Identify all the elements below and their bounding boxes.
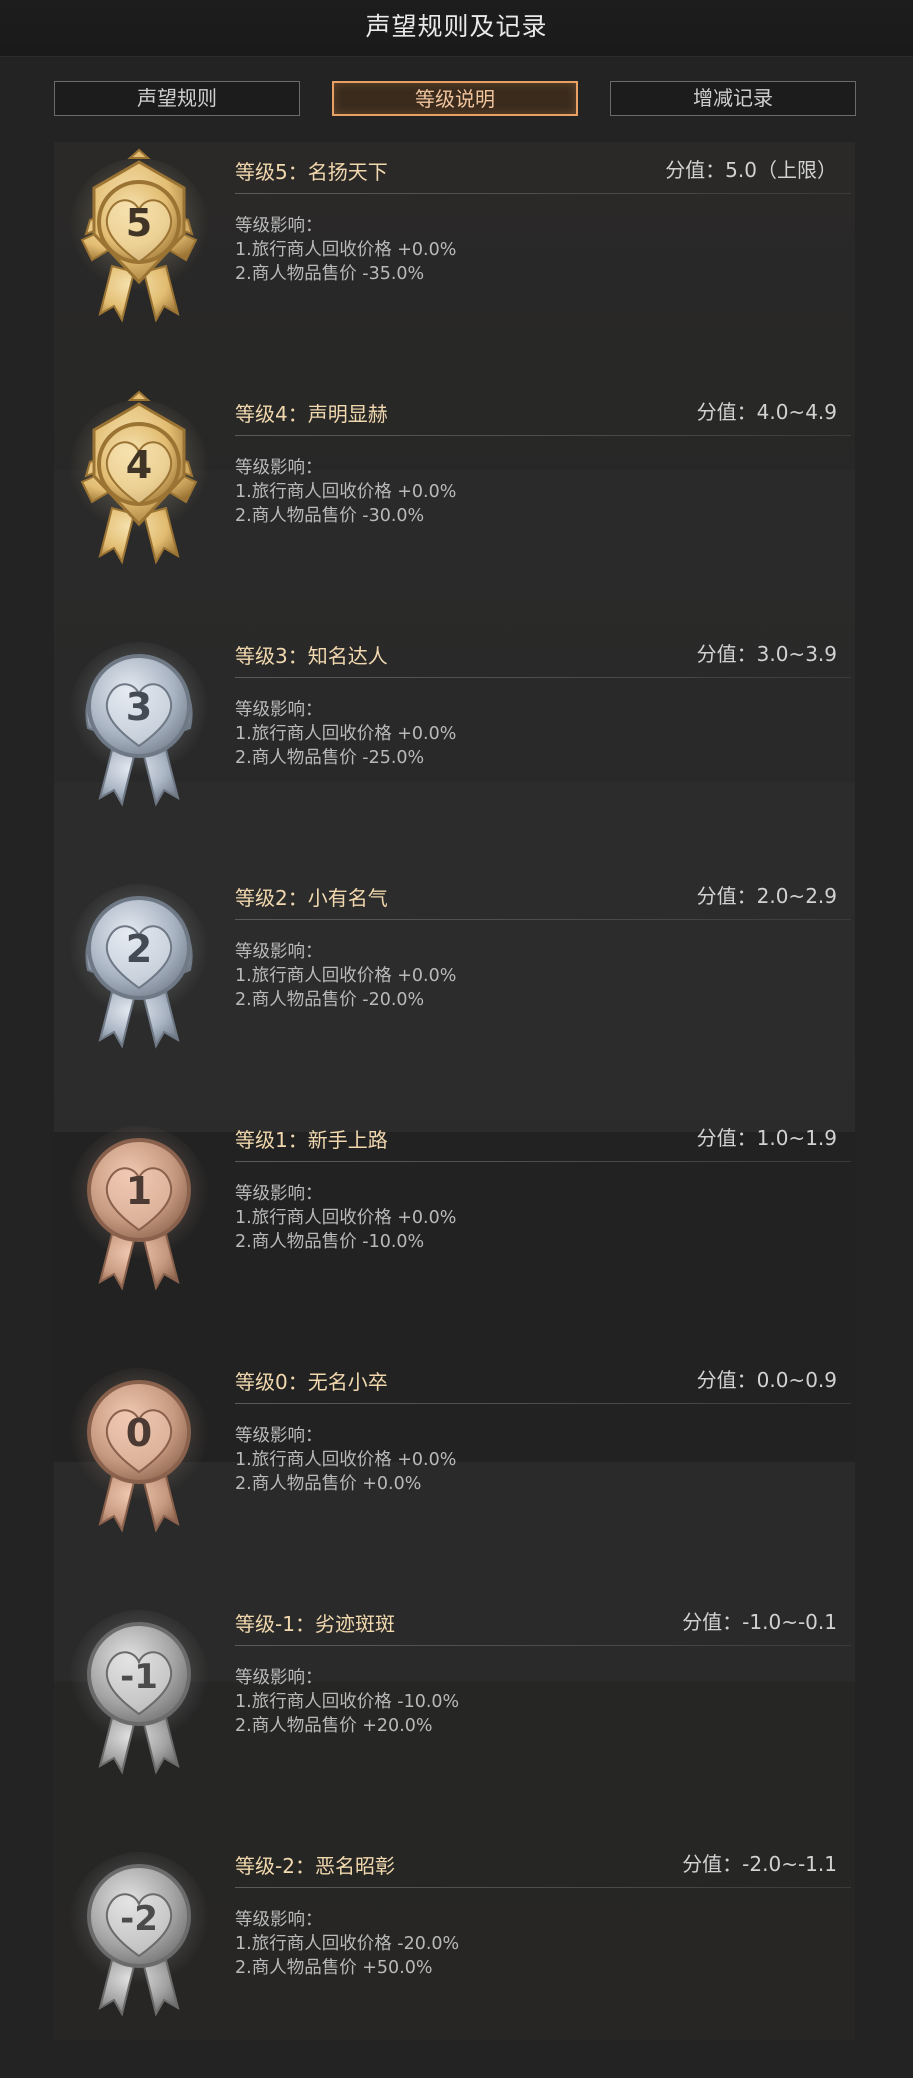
divider (235, 435, 851, 436)
medal-number: 5 (126, 201, 152, 245)
medal-number: 0 (126, 1411, 152, 1455)
level-score: 分值：5.0（上限） (665, 158, 837, 182)
effect-recycle-price: 1.旅行商人回收价格 +0.0% (235, 482, 457, 502)
effect-recycle-price: 1.旅行商人回收价格 +0.0% (235, 1208, 457, 1228)
effects-title: 等级影响： (235, 216, 323, 236)
level-list-panel[interactable]: 5 等级5：名扬天下 分值：5.0（上限） 等级影响： 1.旅行商人回收价格 +… (54, 142, 855, 2040)
level-effects: 等级影响： 1.旅行商人回收价格 +0.0% 2.商人物品售价 -25.0% (235, 698, 456, 770)
medal-icon-level-minus-1: -1 (69, 1610, 209, 1775)
medal-icon-level-2: 2 (69, 884, 209, 1049)
level-name: 等级2：小有名气 (235, 886, 388, 910)
level-effects: 等级影响： 1.旅行商人回收价格 +0.0% 2.商人物品售价 -30.0% (235, 456, 456, 528)
level-name: 等级-2：恶名昭彰 (235, 1854, 395, 1878)
medal-number: 1 (126, 1169, 152, 1213)
effect-sell-price: 2.商人物品售价 +0.0% (235, 1474, 422, 1494)
level-row-5: 5 等级5：名扬天下 分值：5.0（上限） 等级影响： 1.旅行商人回收价格 +… (54, 142, 855, 384)
level-score: 分值：0.0~0.9 (696, 1368, 837, 1392)
divider (235, 193, 851, 194)
medal-icon-level-3: 3 (69, 642, 209, 807)
level-score: 分值：2.0~2.9 (696, 884, 837, 908)
effect-recycle-price: 1.旅行商人回收价格 +0.0% (235, 966, 457, 986)
level-name: 等级1：新手上路 (235, 1128, 388, 1152)
effect-recycle-price: 1.旅行商人回收价格 +0.0% (235, 240, 457, 260)
level-row-minus-1: -1 等级-1：劣迹斑斑 分值：-1.0~-0.1 等级影响： 1.旅行商人回收… (54, 1594, 855, 1836)
medal-icon-level-minus-2: -2 (69, 1852, 209, 2017)
level-row-1: 1 等级1：新手上路 分值：1.0~1.9 等级影响： 1.旅行商人回收价格 +… (54, 1110, 855, 1352)
level-name: 等级-1：劣迹斑斑 (235, 1612, 395, 1636)
divider (235, 1403, 851, 1404)
effect-recycle-price: 1.旅行商人回收价格 -10.0% (235, 1692, 460, 1712)
level-effects: 等级影响： 1.旅行商人回收价格 -10.0% 2.商人物品售价 +20.0% (235, 1666, 459, 1738)
tab-level-description[interactable]: 等级说明 (332, 81, 578, 116)
effects-title: 等级影响： (235, 458, 323, 478)
medal-number: 3 (126, 685, 152, 729)
level-name: 等级4：声明显赫 (235, 402, 388, 426)
effects-title: 等级影响： (235, 1668, 323, 1688)
effect-recycle-price: 1.旅行商人回收价格 -20.0% (235, 1934, 460, 1954)
level-score: 分值：1.0~1.9 (696, 1126, 837, 1150)
level-effects: 等级影响： 1.旅行商人回收价格 -20.0% 2.商人物品售价 +50.0% (235, 1908, 459, 1980)
level-score: 分值：-2.0~-1.1 (682, 1852, 837, 1876)
level-name: 等级5：名扬天下 (235, 160, 388, 184)
medal-icon-level-4: 4 (69, 390, 209, 565)
effect-sell-price: 2.商人物品售价 -10.0% (235, 1232, 425, 1252)
level-row-3: 3 等级3：知名达人 分值：3.0~3.9 等级影响： 1.旅行商人回收价格 +… (54, 626, 855, 868)
medal-number: 4 (126, 443, 152, 487)
level-effects: 等级影响： 1.旅行商人回收价格 +0.0% 2.商人物品售价 +0.0% (235, 1424, 456, 1496)
medal-number: 2 (126, 927, 152, 971)
effect-sell-price: 2.商人物品售价 -25.0% (235, 748, 425, 768)
medal-number: -2 (120, 1899, 158, 1939)
divider (235, 1161, 851, 1162)
level-effects: 等级影响： 1.旅行商人回收价格 +0.0% 2.商人物品售价 -20.0% (235, 940, 456, 1012)
effect-recycle-price: 1.旅行商人回收价格 +0.0% (235, 724, 457, 744)
medal-icon-level-0: 0 (69, 1368, 209, 1533)
effects-title: 等级影响： (235, 1426, 323, 1446)
divider (235, 1887, 851, 1888)
level-name: 等级3：知名达人 (235, 644, 388, 668)
effect-sell-price: 2.商人物品售价 -30.0% (235, 506, 425, 526)
level-effects: 等级影响： 1.旅行商人回收价格 +0.0% 2.商人物品售价 -35.0% (235, 214, 456, 286)
tab-change-records[interactable]: 增减记录 (610, 81, 856, 116)
level-score: 分值：-1.0~-0.1 (682, 1610, 837, 1634)
level-effects: 等级影响： 1.旅行商人回收价格 +0.0% 2.商人物品售价 -10.0% (235, 1182, 456, 1254)
level-score: 分值：4.0~4.9 (696, 400, 837, 424)
level-name: 等级0：无名小卒 (235, 1370, 388, 1394)
effects-title: 等级影响： (235, 1910, 323, 1930)
effects-title: 等级影响： (235, 942, 323, 962)
tab-bar: 声望规则 等级说明 增减记录 (0, 0, 913, 120)
tab-reputation-rules[interactable]: 声望规则 (54, 81, 300, 116)
divider (235, 919, 851, 920)
level-row-2: 2 等级2：小有名气 分值：2.0~2.9 等级影响： 1.旅行商人回收价格 +… (54, 868, 855, 1110)
effect-sell-price: 2.商人物品售价 +20.0% (235, 1716, 433, 1736)
medal-icon-level-1: 1 (69, 1126, 209, 1291)
effects-title: 等级影响： (235, 700, 323, 720)
effects-title: 等级影响： (235, 1184, 323, 1204)
divider (235, 1645, 851, 1646)
effect-sell-price: 2.商人物品售价 -20.0% (235, 990, 425, 1010)
effect-sell-price: 2.商人物品售价 -35.0% (235, 264, 425, 284)
medal-number: -1 (120, 1657, 158, 1697)
level-score: 分值：3.0~3.9 (696, 642, 837, 666)
level-row-0: 0 等级0：无名小卒 分值：0.0~0.9 等级影响： 1.旅行商人回收价格 +… (54, 1352, 855, 1594)
divider (235, 677, 851, 678)
effect-recycle-price: 1.旅行商人回收价格 +0.0% (235, 1450, 457, 1470)
level-row-minus-2: -2 等级-2：恶名昭彰 分值：-2.0~-1.1 等级影响： 1.旅行商人回收… (54, 1836, 855, 2078)
medal-icon-level-5: 5 (69, 148, 209, 323)
level-row-4: 4 等级4：声明显赫 分值：4.0~4.9 等级影响： 1.旅行商人回收价格 +… (54, 384, 855, 626)
medal-crest (127, 148, 151, 159)
medal-crest (127, 390, 151, 401)
effect-sell-price: 2.商人物品售价 +50.0% (235, 1958, 433, 1978)
